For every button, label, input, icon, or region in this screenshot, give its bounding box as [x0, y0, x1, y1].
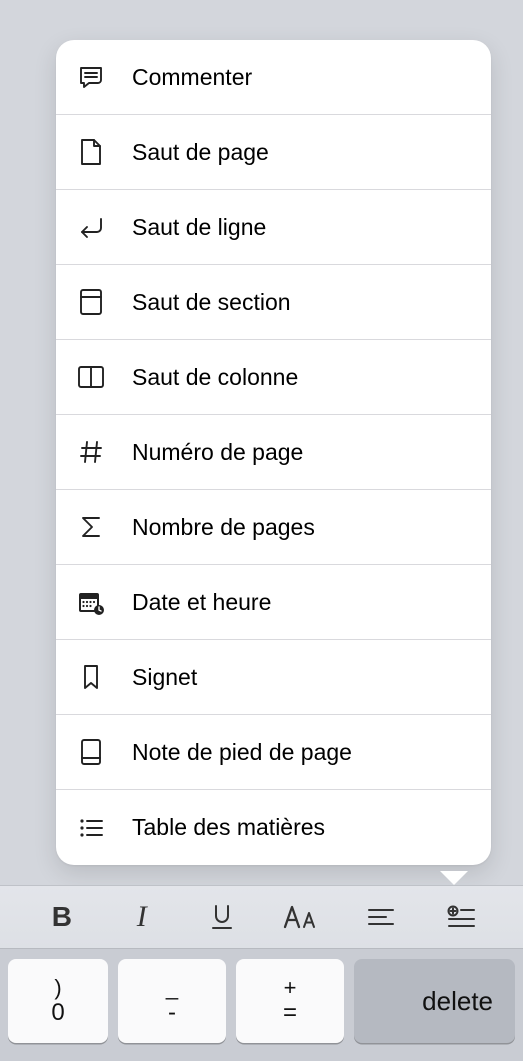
key-top-label: ): [54, 976, 61, 1000]
calendar-icon: [70, 588, 112, 616]
popover-arrow: [440, 871, 468, 885]
menu-item-numero-de-page[interactable]: Numéro de page: [56, 415, 491, 490]
menu-item-date-et-heure[interactable]: Date et heure: [56, 565, 491, 640]
underline-button[interactable]: [195, 895, 249, 939]
hash-icon: [70, 439, 112, 465]
menu-item-saut-de-page[interactable]: Saut de page: [56, 115, 491, 190]
menu-item-saut-de-ligne[interactable]: Saut de ligne: [56, 190, 491, 265]
comment-icon: [70, 63, 112, 91]
key-underscore-dash[interactable]: _ -: [118, 959, 226, 1043]
menu-item-signet[interactable]: Signet: [56, 640, 491, 715]
align-button[interactable]: [354, 895, 408, 939]
menu-item-nombre-de-pages[interactable]: Nombre de pages: [56, 490, 491, 565]
key-paren-zero[interactable]: ) 0: [8, 959, 108, 1043]
footnote-icon: [70, 737, 112, 767]
insert-menu-popover: Commenter Saut de page Saut de ligne: [56, 40, 491, 865]
font-size-button[interactable]: [274, 895, 328, 939]
key-plus-equals[interactable]: + =: [236, 959, 344, 1043]
menu-item-label: Note de pied de page: [132, 739, 352, 766]
page-break-icon: [70, 137, 112, 167]
key-delete-label: delete: [422, 987, 493, 1016]
menu-item-table-des-matieres[interactable]: Table des matières: [56, 790, 491, 865]
section-break-icon: [70, 287, 112, 317]
menu-item-label: Table des matières: [132, 814, 325, 841]
column-break-icon: [70, 364, 112, 390]
menu-item-label: Saut de section: [132, 289, 291, 316]
menu-item-label: Commenter: [132, 64, 252, 91]
menu-item-label: Numéro de page: [132, 439, 303, 466]
menu-item-note-de-pied-de-page[interactable]: Note de pied de page: [56, 715, 491, 790]
list-icon: [70, 816, 112, 840]
menu-item-label: Nombre de pages: [132, 514, 315, 541]
italic-button[interactable]: I: [115, 895, 169, 939]
key-bottom-label: -: [168, 1000, 176, 1026]
bold-button[interactable]: B: [35, 895, 89, 939]
menu-item-label: Signet: [132, 664, 197, 691]
bookmark-icon: [70, 663, 112, 691]
menu-item-label: Saut de page: [132, 139, 269, 166]
menu-item-saut-de-section[interactable]: Saut de section: [56, 265, 491, 340]
menu-item-label: Date et heure: [132, 589, 271, 616]
menu-item-label: Saut de ligne: [132, 214, 266, 241]
key-bottom-label: 0: [51, 1000, 64, 1026]
menu-item-label: Saut de colonne: [132, 364, 298, 391]
format-toolbar: B I: [0, 885, 523, 949]
line-break-icon: [70, 214, 112, 240]
key-bottom-label: =: [283, 1000, 297, 1026]
sigma-icon: [70, 514, 112, 540]
keyboard-row: ) 0 _ - + = delete: [0, 949, 523, 1061]
insert-button[interactable]: [434, 895, 488, 939]
menu-item-saut-de-colonne[interactable]: Saut de colonne: [56, 340, 491, 415]
menu-item-commenter[interactable]: Commenter: [56, 40, 491, 115]
key-top-label: +: [284, 976, 297, 1000]
key-top-label: _: [166, 976, 178, 1000]
key-delete[interactable]: delete: [354, 959, 515, 1043]
